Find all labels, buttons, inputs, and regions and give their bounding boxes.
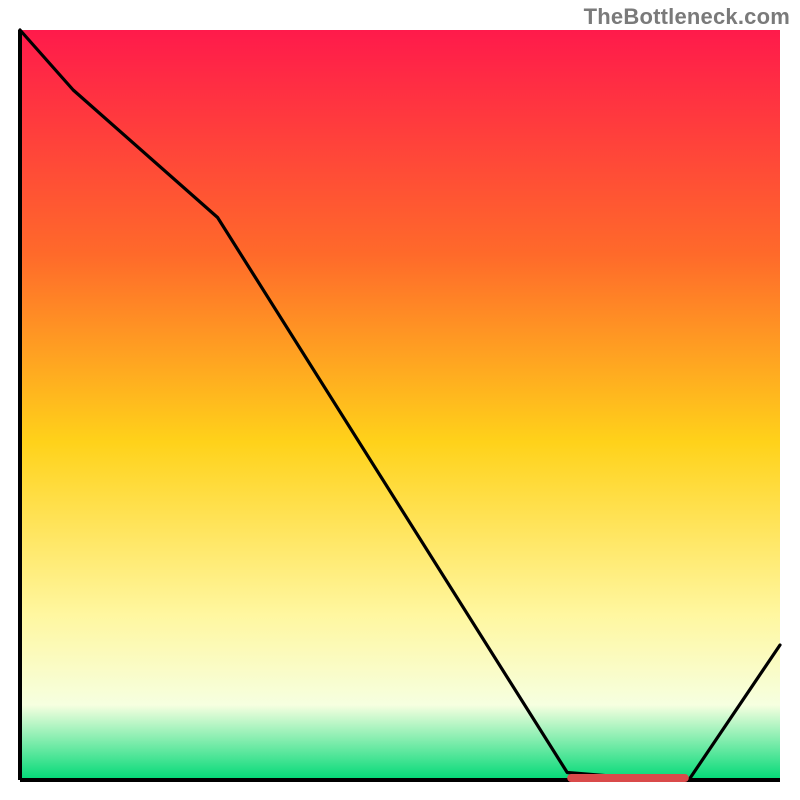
attribution-text: TheBottleneck.com <box>584 4 790 30</box>
chart-plot <box>18 28 782 782</box>
chart-svg <box>18 28 782 782</box>
chart-container: TheBottleneck.com <box>0 0 800 800</box>
optimal-marker <box>567 774 689 782</box>
